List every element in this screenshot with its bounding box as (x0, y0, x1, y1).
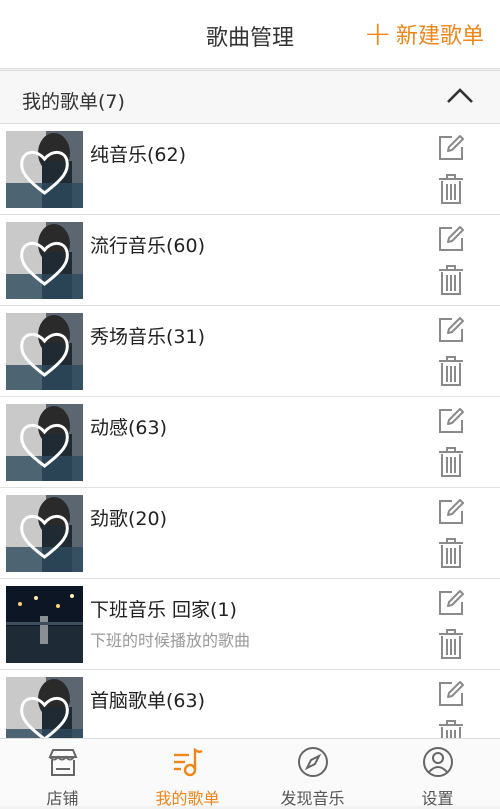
tab-label: 我的歌单 (155, 789, 220, 808)
bottom-tab-bar: 店铺 我的歌单 发现音乐 设置 (0, 738, 500, 808)
trash-icon[interactable] (438, 174, 464, 204)
playlist-title: 动感(63) (90, 417, 168, 439)
trash-icon[interactable] (438, 720, 464, 738)
tab-compass[interactable]: 发现音乐 (250, 739, 375, 808)
playlist-title: 劲歌(20) (90, 508, 168, 530)
new-playlist-label: 新建歌单 (395, 24, 484, 49)
playlist-cover-photo (6, 586, 83, 663)
tab-label: 设置 (421, 789, 454, 808)
tab-music-note[interactable]: 我的歌单 (125, 739, 250, 808)
playlist-cover-heart (6, 131, 83, 208)
edit-icon[interactable] (437, 225, 465, 253)
playlist-row[interactable]: 流行音乐(60) (0, 215, 500, 306)
playlist-cover-heart (6, 313, 83, 390)
edit-icon[interactable] (437, 589, 465, 617)
section-label: 我的歌单(7) (22, 91, 125, 113)
playlist-row[interactable]: 首脑歌单(63) (0, 670, 500, 738)
chevron-up-icon[interactable] (446, 85, 474, 105)
new-playlist-button[interactable]: + 新建歌单 (363, 17, 484, 51)
my-playlists-section-header[interactable]: 我的歌单(7) (0, 70, 500, 124)
tab-profile[interactable]: 设置 (375, 739, 500, 808)
playlist-cover-heart (6, 677, 83, 738)
playlist-row[interactable]: 劲歌(20) (0, 488, 500, 579)
playlist-row[interactable]: 动感(63) (0, 397, 500, 488)
edit-icon[interactable] (437, 316, 465, 344)
tab-label: 店铺 (46, 789, 79, 808)
compass-icon (296, 739, 330, 783)
playlist-subtitle: 下班的时候播放的歌曲 (90, 631, 251, 650)
playlist-title: 纯音乐(62) (90, 144, 187, 166)
playlist-title: 下班音乐 回家(1) (90, 599, 237, 621)
edit-icon[interactable] (437, 680, 465, 708)
playlist-title: 流行音乐(60) (90, 235, 206, 257)
trash-icon[interactable] (438, 356, 464, 386)
playlist-row[interactable]: 下班音乐 回家(1) 下班的时候播放的歌曲 (0, 579, 500, 670)
playlist-cover-heart (6, 404, 83, 481)
store-icon (46, 739, 80, 783)
music-note-icon (171, 739, 205, 783)
playlist-row[interactable]: 纯音乐(62) (0, 124, 500, 215)
plus-icon: + (363, 14, 392, 54)
edit-icon[interactable] (437, 407, 465, 435)
playlist-row[interactable]: 秀场音乐(31) (0, 306, 500, 397)
trash-icon[interactable] (438, 629, 464, 659)
playlist-title: 秀场音乐(31) (90, 326, 206, 348)
profile-icon (421, 739, 455, 783)
playlist-title: 首脑歌单(63) (90, 690, 206, 712)
trash-icon[interactable] (438, 447, 464, 477)
trash-icon[interactable] (438, 265, 464, 295)
tab-store[interactable]: 店铺 (0, 739, 125, 808)
tab-label: 发现音乐 (280, 789, 345, 808)
edit-icon[interactable] (437, 498, 465, 526)
top-bar: 歌曲管理 + 新建歌单 (0, 0, 500, 69)
playlist-list: 纯音乐(62) 流行音乐(60) 秀场音乐(31) 动感(63) 劲歌(20) 下班音乐 … (0, 124, 500, 738)
playlist-cover-heart (6, 495, 83, 572)
edit-icon[interactable] (437, 134, 465, 162)
trash-icon[interactable] (438, 538, 464, 568)
playlist-cover-heart (6, 222, 83, 299)
